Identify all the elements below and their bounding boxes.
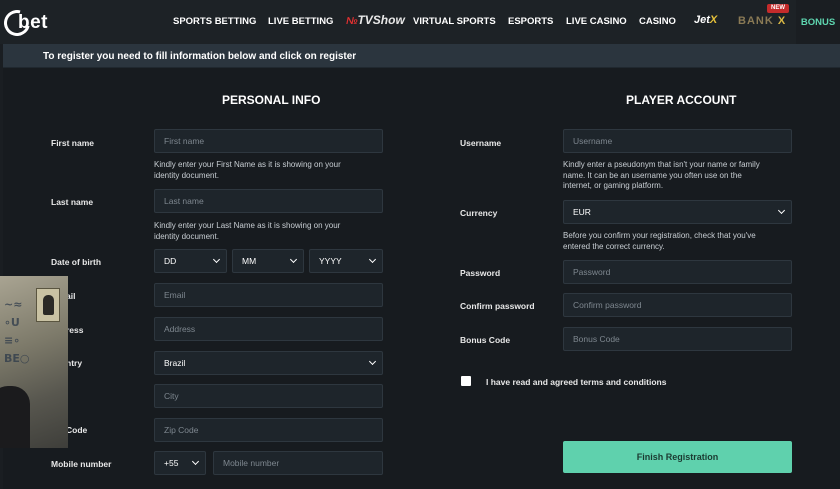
chevron-down-icon (368, 357, 377, 366)
first-name-hint: Kindly enter your First Name as it is sh… (154, 160, 341, 181)
first-name-label: First name (51, 138, 94, 148)
mobile-code-value: +55 (164, 458, 179, 468)
nav-live-casino[interactable]: LIVE CASINO (566, 16, 627, 27)
first-name-hint-line-2: identity document. (154, 170, 219, 180)
country-select[interactable]: Brazil (154, 351, 383, 375)
bankx-x: X (777, 15, 787, 27)
webcam-background-drawing: ~≈ ∘U ≡∘ BE○ (4, 298, 30, 365)
currency-select[interactable]: EUR (563, 200, 792, 224)
last-name-input[interactable]: Last name (154, 189, 383, 213)
finish-registration-button[interactable]: Finish Registration (563, 441, 792, 473)
mobile-label: Mobile number (51, 459, 112, 469)
jetx-text: Jet (694, 14, 710, 26)
username-hint-line-3: internet, or gaming platform. (563, 181, 664, 190)
address-input[interactable]: Address (154, 317, 383, 341)
email-input[interactable]: Email (154, 283, 383, 307)
confirm-password-input[interactable]: Confirm password (563, 293, 792, 317)
mobile-code-select[interactable]: +55 (154, 451, 206, 475)
nav-live-betting[interactable]: LIVE BETTING (268, 16, 333, 27)
nav-bonus[interactable]: BONUS (796, 0, 840, 44)
chevron-down-icon (368, 255, 377, 264)
webcam-person (0, 386, 30, 448)
dob-month-value: MM (242, 256, 257, 266)
tvshow-prefix: № (346, 16, 358, 27)
new-badge: NEW (767, 4, 789, 13)
zip-input[interactable]: Zip Code (154, 418, 383, 442)
nav-jetx[interactable]: JetX (694, 14, 717, 26)
currency-label: Currency (460, 208, 498, 218)
currency-value: EUR (573, 207, 591, 217)
bonus-code-label: Bonus Code (460, 335, 511, 345)
confirm-password-label: Confirm password (460, 301, 535, 311)
dob-month-select[interactable]: MM (232, 249, 304, 273)
mobile-input[interactable]: Mobile number (213, 451, 383, 475)
info-text: To register you need to fill information… (43, 51, 357, 62)
nav-bankx[interactable]: BANK X (738, 15, 786, 27)
username-hint-line-1: Kindly enter a pseudonym that isn't your… (563, 160, 760, 169)
info-bar: To register you need to fill information… (3, 44, 840, 68)
site-logo[interactable]: bet (0, 5, 48, 41)
last-name-label: Last name (51, 197, 94, 207)
dob-day-value: DD (164, 256, 177, 266)
nav-virtual-sports[interactable]: VIRTUAL SPORTS (413, 16, 496, 27)
terms-label: I have read and agreed terms and conditi… (486, 377, 667, 387)
last-name-hint: Kindly enter your Last Name as it is sho… (154, 221, 340, 242)
logo-c-icon (0, 5, 35, 41)
chevron-down-icon (212, 255, 221, 264)
currency-hint-line-1: Before you confirm your registration, ch… (563, 231, 756, 240)
last-name-hint-line-1: Kindly enter your Last Name as it is sho… (154, 221, 341, 230)
nav-casino[interactable]: CASINO (639, 16, 676, 27)
address-label: ress (66, 325, 84, 335)
currency-hint-line-2: entered the correct currency. (563, 241, 665, 251)
dob-day-select[interactable]: DD (154, 249, 227, 273)
currency-hint: Before you confirm your registration, ch… (563, 231, 756, 252)
country-value: Brazil (164, 358, 186, 368)
dob-year-select[interactable]: YYYY (309, 249, 383, 273)
username-label: Username (460, 138, 502, 148)
last-name-hint-line-2: identity document. (154, 231, 219, 241)
zip-label: Code (66, 425, 88, 435)
terms-checkbox[interactable] (461, 376, 471, 386)
tvshow-label: TVShow (357, 13, 405, 27)
chevron-down-icon (289, 255, 298, 264)
first-name-hint-line-1: Kindly enter your First Name as it is sh… (154, 160, 341, 169)
dob-year-value: YYYY (319, 256, 342, 266)
nav-tvshow[interactable]: №TVShow (346, 13, 405, 27)
webcam-poster (36, 288, 60, 322)
webcam-overlay: ~≈ ∘U ≡∘ BE○ (0, 276, 68, 448)
first-name-input[interactable]: First name (154, 129, 383, 153)
country-label: ntry (66, 358, 83, 368)
jetx-x: X (709, 14, 718, 26)
bankx-text: BANK (738, 15, 778, 27)
city-input[interactable]: City (154, 384, 383, 408)
nav-esports[interactable]: ESPORTS (508, 16, 553, 27)
chevron-down-icon (777, 206, 786, 215)
top-navigation: bet SPORTS BETTING LIVE BETTING №TVShow … (0, 0, 840, 44)
personal-info-title: PERSONAL INFO (222, 93, 321, 107)
password-label: Password (460, 268, 501, 278)
password-input[interactable]: Password (563, 260, 792, 284)
chevron-down-icon (191, 457, 200, 466)
nav-sports-betting[interactable]: SPORTS BETTING (173, 16, 256, 27)
username-input[interactable]: Username (563, 129, 792, 153)
dob-label: Date of birth (51, 257, 102, 267)
bonus-code-input[interactable]: Bonus Code (563, 327, 792, 351)
username-hint-line-2: name. It can be an username you often us… (563, 170, 742, 180)
player-account-title: PLAYER ACCOUNT (626, 93, 737, 107)
username-hint: Kindly enter a pseudonym that isn't your… (563, 160, 760, 192)
